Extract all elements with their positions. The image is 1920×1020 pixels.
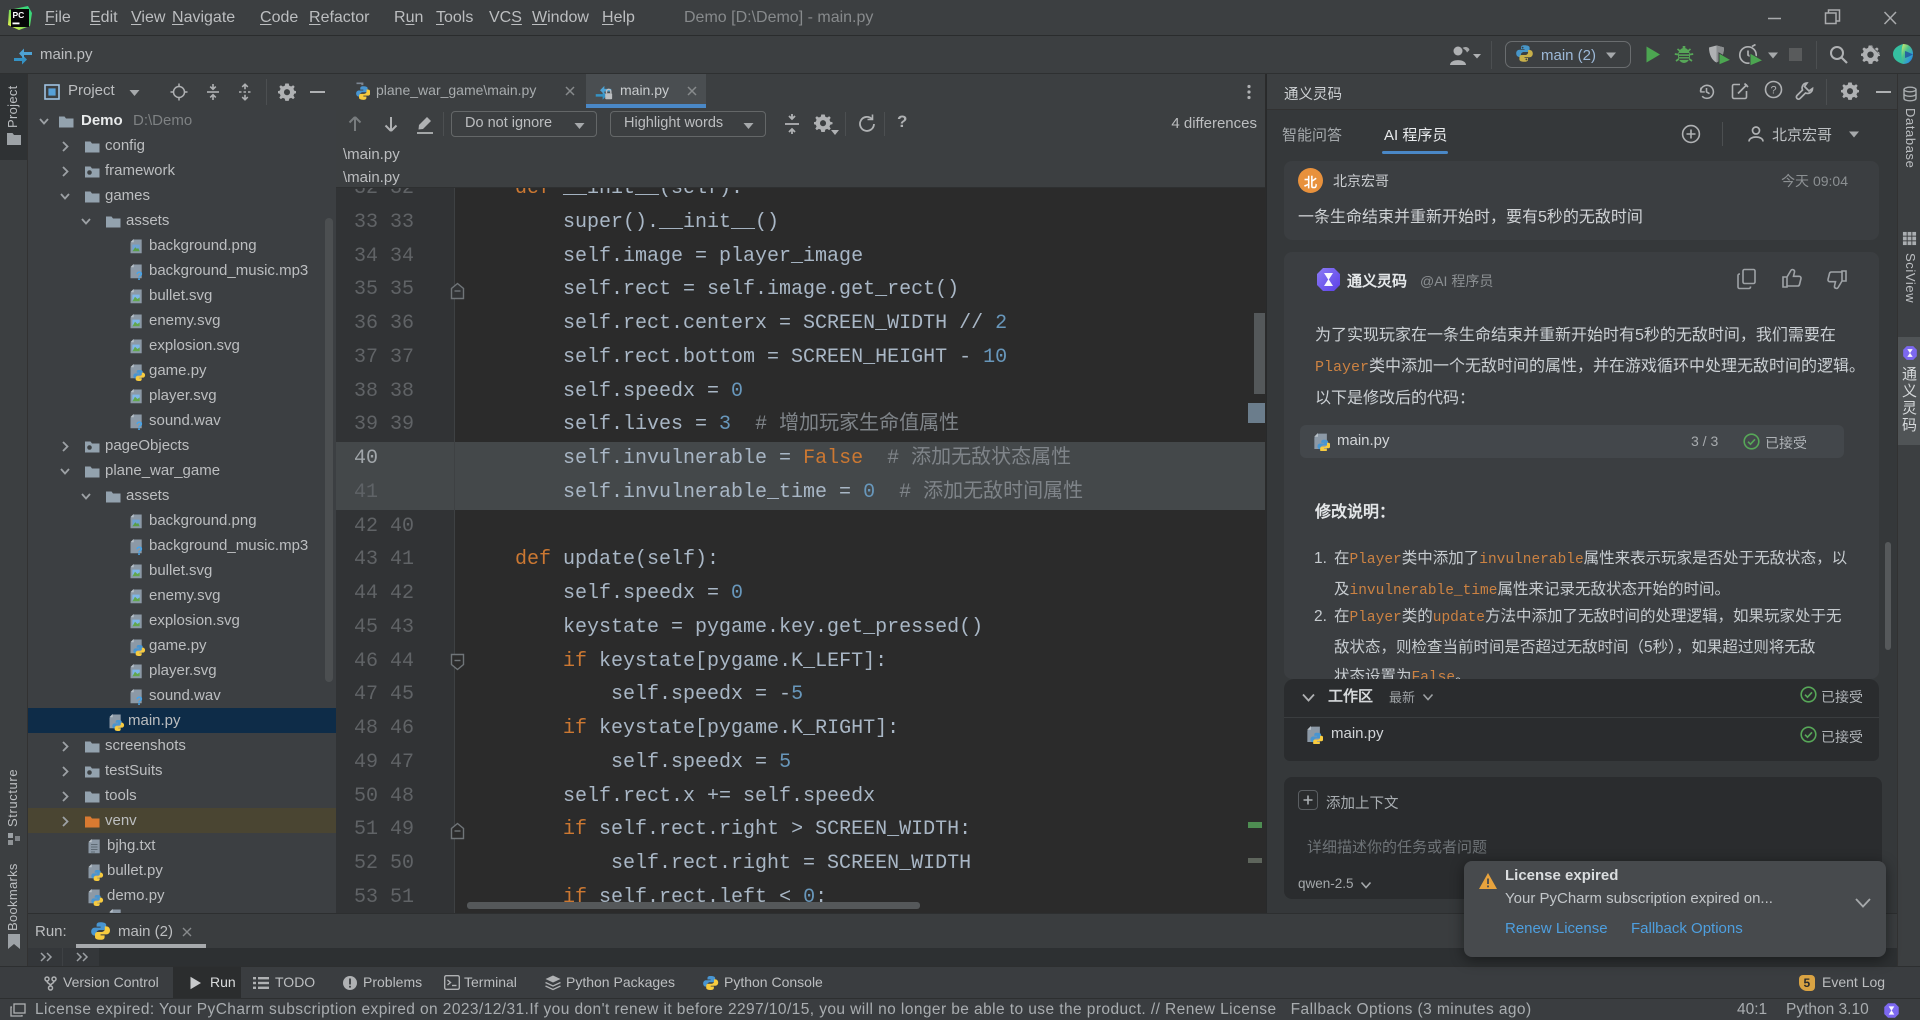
svg-text:SciView: SciView [1903,253,1918,303]
svg-text:Project: Project [5,85,20,128]
svg-text:Database: Database [1903,108,1918,168]
svg-text:Bookmarks: Bookmarks [5,863,20,931]
svg-text:Structure: Structure [5,769,20,827]
svg-text:?: ? [1771,85,1777,97]
